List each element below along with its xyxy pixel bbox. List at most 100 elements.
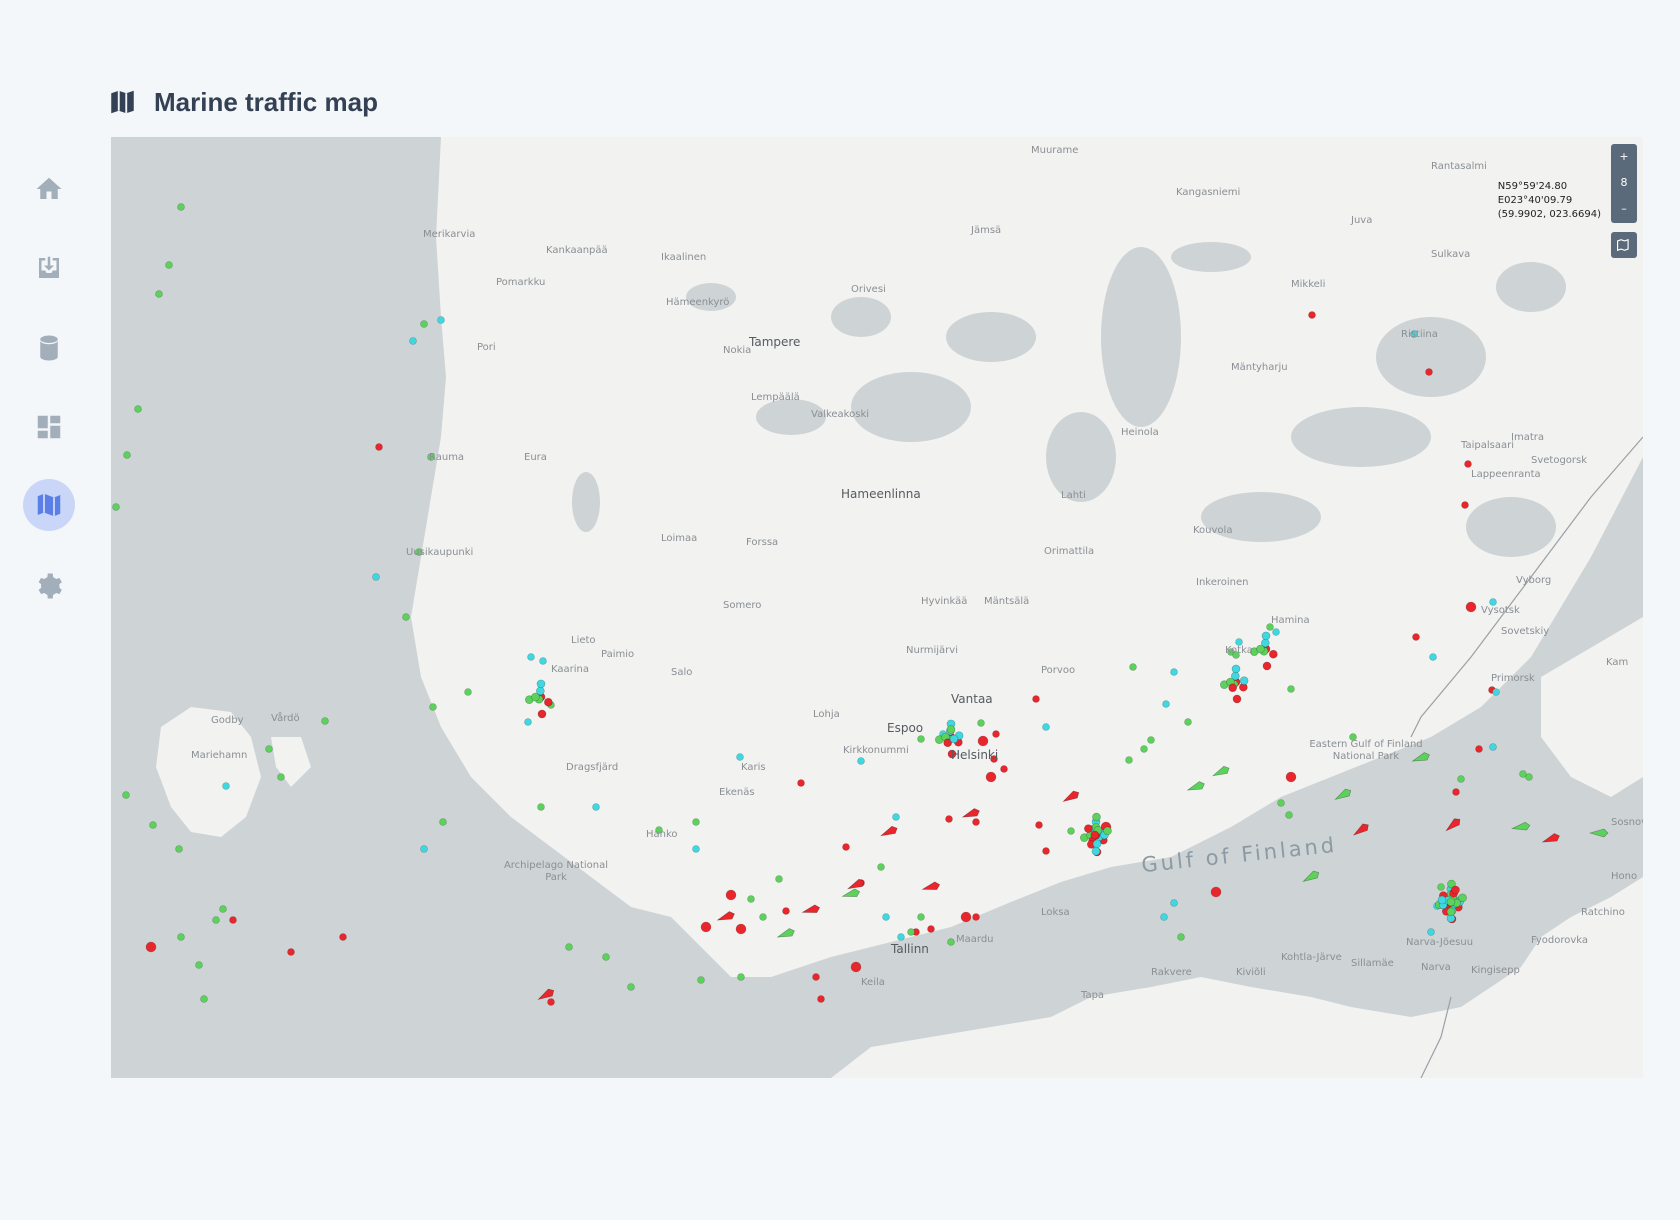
vessel-marker[interactable] — [760, 914, 767, 921]
vessel-marker[interactable] — [776, 927, 796, 941]
vessel-marker[interactable] — [1178, 934, 1185, 941]
vessel-marker[interactable] — [843, 844, 850, 851]
layer-switch-button[interactable] — [1611, 232, 1637, 258]
vessel-marker[interactable] — [230, 917, 237, 924]
vessel-marker[interactable] — [1130, 664, 1137, 671]
vessel-marker[interactable] — [978, 720, 985, 727]
vessel-marker[interactable] — [220, 906, 227, 913]
vessel-marker[interactable] — [322, 718, 329, 725]
vessel-marker[interactable] — [1476, 746, 1483, 753]
vessel-marker[interactable] — [1043, 848, 1050, 855]
vessel-marker[interactable] — [1278, 800, 1285, 807]
vessel-marker[interactable] — [340, 934, 347, 941]
vessel-marker[interactable] — [124, 452, 131, 459]
vessel-marker[interactable] — [1490, 744, 1497, 751]
vessel-marker[interactable] — [1269, 650, 1277, 658]
sidebar-item-database[interactable] — [23, 322, 75, 374]
vessel-marker[interactable] — [1093, 840, 1101, 848]
vessel-marker[interactable] — [410, 338, 417, 345]
vessel-marker[interactable] — [961, 912, 971, 922]
vessel-marker[interactable] — [525, 719, 532, 726]
vessel-marker[interactable] — [693, 846, 700, 853]
vessel-marker[interactable] — [176, 846, 183, 853]
vessel-marker[interactable] — [1126, 757, 1133, 764]
zoom-out-button[interactable]: – — [1611, 196, 1637, 222]
vessel-marker[interactable] — [531, 693, 539, 701]
sidebar-item-map[interactable] — [23, 479, 75, 531]
vessel-marker[interactable] — [1438, 884, 1445, 891]
vessel-marker[interactable] — [851, 962, 861, 972]
vessel-marker[interactable] — [213, 917, 220, 924]
vessel-marker[interactable] — [1453, 789, 1460, 796]
vessel-marker[interactable] — [783, 908, 790, 915]
vessel-marker[interactable] — [737, 754, 744, 761]
zoom-in-button[interactable]: + — [1611, 144, 1637, 170]
vessel-marker[interactable] — [776, 876, 783, 883]
vessel-marker[interactable] — [918, 736, 925, 743]
vessel-marker[interactable] — [1092, 813, 1100, 821]
sidebar-item-home[interactable] — [23, 163, 75, 215]
vessel-marker[interactable] — [1240, 677, 1248, 685]
vessel-marker[interactable] — [150, 822, 157, 829]
vessel-marker[interactable] — [540, 658, 547, 665]
vessel-marker[interactable] — [288, 949, 295, 956]
vessel-marker[interactable] — [1186, 780, 1206, 794]
vessel-marker[interactable] — [178, 934, 185, 941]
vessel-marker[interactable] — [603, 954, 610, 961]
vessel-marker[interactable] — [1428, 929, 1435, 936]
vessel-marker[interactable] — [146, 942, 156, 952]
vessel-marker[interactable] — [879, 825, 899, 840]
vessel-marker[interactable] — [1084, 825, 1092, 833]
vessel-marker[interactable] — [1511, 821, 1530, 832]
vessel-marker[interactable] — [566, 944, 573, 951]
vessel-marker[interactable] — [1426, 369, 1433, 376]
vessel-marker[interactable] — [528, 654, 535, 661]
vessel-marker[interactable] — [1438, 896, 1446, 904]
vessel-marker[interactable] — [178, 204, 185, 211]
vessel-marker[interactable] — [973, 819, 980, 826]
vessel-marker[interactable] — [266, 746, 273, 753]
vessel-marker[interactable] — [1001, 766, 1008, 773]
vessel-marker[interactable] — [986, 772, 996, 782]
vessel-marker[interactable] — [1171, 900, 1178, 907]
vessel-marker[interactable] — [201, 996, 208, 1003]
vessel-marker[interactable] — [438, 317, 445, 324]
vessel-marker[interactable] — [156, 291, 163, 298]
vessel-marker[interactable] — [440, 819, 447, 826]
vessel-marker[interactable] — [947, 725, 955, 733]
vessel-marker[interactable] — [421, 846, 428, 853]
vessel-marker[interactable] — [858, 758, 865, 765]
vessel-marker[interactable] — [1211, 887, 1221, 897]
vessel-marker[interactable] — [1351, 822, 1370, 839]
vessel-marker[interactable] — [1092, 847, 1100, 855]
vessel-marker[interactable] — [1036, 822, 1043, 829]
vessel-marker[interactable] — [1458, 776, 1465, 783]
vessel-marker[interactable] — [1061, 789, 1081, 805]
vessel-marker[interactable] — [1233, 695, 1241, 703]
vessel-marker[interactable] — [893, 814, 900, 821]
vessel-marker[interactable] — [1263, 662, 1271, 670]
sidebar-item-dashboard[interactable] — [23, 401, 75, 453]
vessel-marker[interactable] — [1451, 886, 1459, 894]
vessel-marker[interactable] — [801, 904, 820, 916]
vessel-marker[interactable] — [1447, 898, 1455, 906]
vessel-marker[interactable] — [928, 926, 935, 933]
map-view[interactable]: N59°59'24.80 E023°40'09.79 (59.9902, 023… — [111, 137, 1643, 1078]
vessel-marker[interactable] — [1466, 602, 1476, 612]
vessel-marker[interactable] — [1262, 632, 1270, 640]
vessel-marker[interactable] — [1141, 746, 1148, 753]
vessel-marker[interactable] — [544, 698, 552, 706]
vessel-marker[interactable] — [978, 736, 988, 746]
vessel-marker[interactable] — [738, 974, 745, 981]
vessel-marker[interactable] — [748, 896, 755, 903]
vessel-marker[interactable] — [736, 924, 746, 934]
vessel-marker[interactable] — [1493, 689, 1500, 696]
vessel-marker[interactable] — [196, 962, 203, 969]
vessel-marker[interactable] — [1447, 908, 1455, 916]
vessel-marker[interactable] — [1185, 719, 1192, 726]
vessel-marker[interactable] — [818, 996, 825, 1003]
vessel-marker[interactable] — [1526, 774, 1533, 781]
vessel-marker[interactable] — [726, 890, 736, 900]
vessel-marker[interactable] — [403, 614, 410, 621]
vessel-marker[interactable] — [1232, 665, 1240, 673]
